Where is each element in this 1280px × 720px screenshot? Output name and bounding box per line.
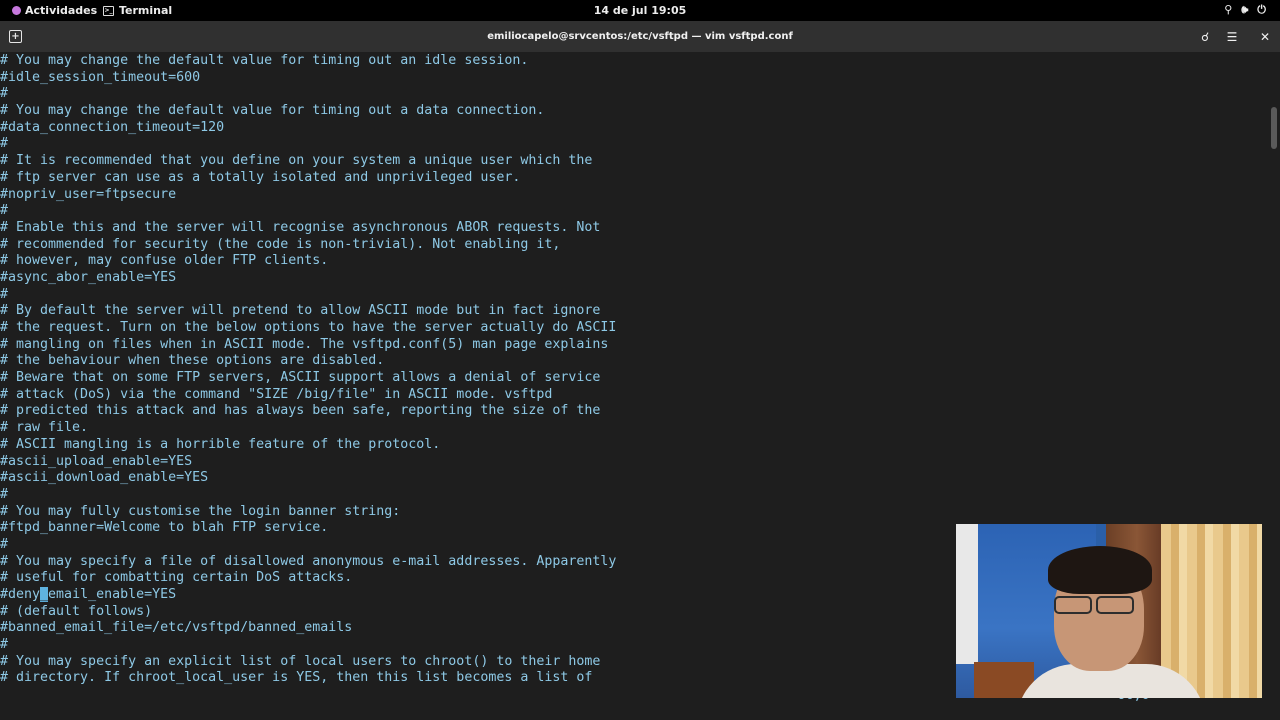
- terminal-line: #: [0, 637, 9, 653]
- terminal-line: # You may fully customise the login bann…: [0, 503, 401, 519]
- terminal-line: #banned_email_file=/etc/vsftpd/banned_em…: [0, 620, 353, 636]
- webcam-person-glasses: [1050, 596, 1138, 614]
- gnome-top-bar: Actividades >_ Terminal 14 de jul 19:05 …: [0, 0, 1280, 21]
- power-icon[interactable]: ⏻: [1257, 3, 1266, 17]
- terminal-line: # however, may confuse older FTP clients…: [0, 253, 329, 269]
- volume-icon[interactable]: 🕪: [1241, 3, 1248, 17]
- terminal-line: # directory. If chroot_local_user is YES…: [0, 670, 593, 686]
- terminal-line: # the request. Turn on the below options…: [0, 320, 617, 335]
- close-icon[interactable]: ✕: [1254, 27, 1276, 47]
- terminal-line: # You may change the default value for t…: [0, 53, 529, 68]
- terminal-line: #: [0, 536, 9, 552]
- terminal-line: # You may change the default value for t…: [0, 103, 545, 119]
- webcam-person-hair: [1048, 546, 1152, 594]
- vim-buffer[interactable]: # You may change the default value for t…: [0, 53, 616, 687]
- terminal-line: #nopriv_user=ftpsecure: [0, 186, 177, 202]
- terminal-line: # You may specify a file of disallowed a…: [0, 553, 617, 569]
- terminal-line: #async_abor_enable=YES: [0, 269, 177, 285]
- terminal-line: #data_connection_timeout=120: [0, 119, 225, 135]
- terminal-line: # You may specify an explicit list of lo…: [0, 653, 601, 669]
- hamburger-menu-icon[interactable]: ☰: [1221, 27, 1243, 47]
- terminal-line: #idle_session_timeout=600: [0, 69, 201, 85]
- cursor-line-before: #deny: [0, 587, 41, 602]
- clock[interactable]: 14 de jul 19:05: [0, 4, 1280, 17]
- terminal-line: # Beware that on some FTP servers, ASCII…: [0, 370, 601, 386]
- terminal-line: #ascii_download_enable=YES: [0, 470, 209, 486]
- terminal-line: #: [0, 486, 9, 502]
- terminal-line: #deny_email_enable=YES: [0, 587, 616, 604]
- terminal-line: # ftp server can use as a totally isolat…: [0, 169, 521, 185]
- network-icon[interactable]: ⚲: [1224, 3, 1232, 17]
- terminal-titlebar: + emiliocapelo@srvcentos:/etc/vsftpd — v…: [0, 21, 1280, 52]
- scrollbar[interactable]: [1271, 107, 1277, 149]
- webcam-door: [956, 524, 978, 664]
- terminal-line: # the behaviour when these options are d…: [0, 353, 385, 369]
- terminal-line: # By default the server will pretend to …: [0, 303, 601, 319]
- terminal-line: # mangling on files when in ASCII mode. …: [0, 336, 609, 352]
- terminal-line: #ftpd_banner=Welcome to blah FTP service…: [0, 520, 329, 536]
- window-title: emiliocapelo@srvcentos:/etc/vsftpd — vim…: [487, 31, 793, 42]
- terminal-line: #: [0, 136, 9, 152]
- terminal-line: #: [0, 203, 9, 219]
- cursor-line-after: email_enable=YES: [48, 587, 177, 602]
- terminal-line: #: [0, 86, 9, 102]
- terminal-line: # predicted this attack and has always b…: [0, 403, 601, 419]
- terminal-line: # It is recommended that you define on y…: [0, 153, 593, 169]
- terminal-line: # ASCII mangling is a horrible feature o…: [0, 436, 441, 452]
- terminal-line: #: [0, 286, 9, 302]
- terminal-line: # (default follows): [0, 603, 153, 619]
- terminal-line: # attack (DoS) via the command "SIZE /bi…: [0, 386, 553, 402]
- webcam-overlay: [956, 524, 1262, 698]
- terminal-line: # useful for combatting certain DoS atta…: [0, 570, 353, 586]
- vim-cursor: _: [40, 587, 49, 602]
- system-tray[interactable]: ⚲ 🕪 ⏻: [1224, 3, 1266, 17]
- terminal-line: # raw file.: [0, 420, 89, 436]
- terminal-line: # Enable this and the server will recogn…: [0, 219, 601, 235]
- terminal-line: #ascii_upload_enable=YES: [0, 453, 193, 469]
- terminal-line: # recommended for security (the code is …: [0, 236, 561, 252]
- search-icon[interactable]: ☌: [1194, 27, 1216, 47]
